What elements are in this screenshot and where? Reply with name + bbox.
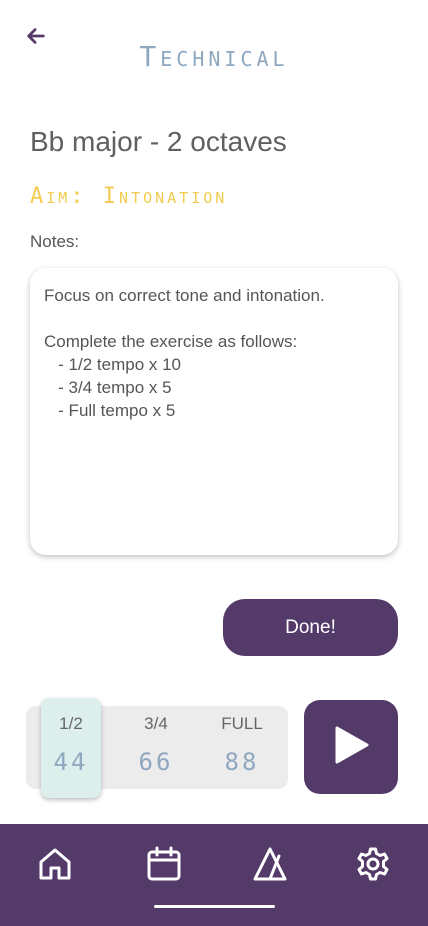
exercise-title: Bb major - 2 octaves <box>30 126 287 157</box>
notes-field[interactable]: Focus on correct tone and intonation. Co… <box>30 268 398 555</box>
notes-label: Notes: <box>30 232 80 251</box>
aim-label: Aim: Intonation <box>30 184 228 209</box>
metronome-icon <box>252 846 288 886</box>
nav-settings[interactable] <box>353 846 393 886</box>
active-tab-indicator <box>154 905 275 908</box>
tempo-option-half[interactable]: 1/2 44 <box>41 698 101 798</box>
notes-line: - 3/4 tempo x 5 <box>44 378 172 397</box>
notes-line: Complete the exercise as follows: <box>44 332 298 351</box>
calendar-icon <box>146 846 182 886</box>
tempo-option-three-quarter[interactable]: 3/4 66 <box>126 706 186 789</box>
tempo-option-bpm: 88 <box>224 748 260 776</box>
nav-calendar[interactable] <box>144 846 184 886</box>
tempo-selector: 1/2 44 3/4 66 FULL 88 <box>26 698 288 798</box>
technical-exercise-screen: Technical Bb major - 2 octaves Aim: Into… <box>0 0 428 926</box>
tempo-option-label: 1/2 <box>59 714 83 733</box>
tempo-option-bpm: 66 <box>138 748 174 776</box>
bottom-nav <box>0 824 428 926</box>
tempo-option-label: 3/4 <box>144 714 168 733</box>
tempo-option-label: FULL <box>221 714 263 733</box>
play-button[interactable] <box>304 700 398 794</box>
play-icon <box>332 725 370 769</box>
gear-icon <box>355 846 391 886</box>
notes-line: Focus on correct tone and intonation. <box>44 286 325 305</box>
nav-home[interactable] <box>35 846 75 886</box>
tempo-option-bpm: 44 <box>53 748 89 776</box>
page-title: Technical <box>139 40 289 73</box>
home-icon <box>37 846 73 886</box>
notes-line: - 1/2 tempo x 10 <box>44 355 182 374</box>
notes-line: - Full tempo x 5 <box>44 401 176 420</box>
tempo-option-full[interactable]: FULL 88 <box>212 706 272 789</box>
notes-line <box>44 307 384 330</box>
done-button[interactable]: Done! <box>223 599 398 656</box>
nav-metronome[interactable] <box>250 846 290 886</box>
